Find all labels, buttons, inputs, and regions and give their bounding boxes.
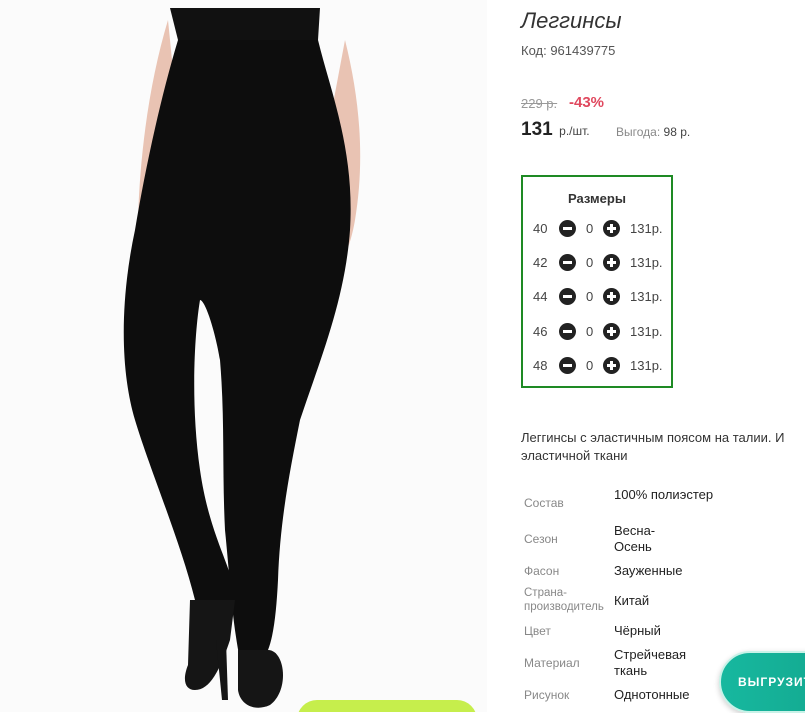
- current-price: 131: [521, 119, 553, 140]
- size-label: 48: [533, 358, 548, 373]
- size-price: 131р.: [630, 221, 663, 236]
- minus-icon[interactable]: [559, 357, 576, 374]
- sizes-title: Размеры: [568, 191, 626, 206]
- sizes-panel: Размеры 40 0 131р. 42 0 131р. 44 0 131р.…: [521, 175, 673, 388]
- plus-icon[interactable]: [603, 288, 620, 305]
- attr-label: Материал: [524, 656, 580, 670]
- size-quantity: 0: [586, 324, 594, 339]
- minus-icon[interactable]: [559, 254, 576, 271]
- minus-icon[interactable]: [559, 220, 576, 237]
- size-label: 40: [533, 221, 548, 236]
- attr-label: Состав: [524, 496, 564, 510]
- minus-icon[interactable]: [559, 288, 576, 305]
- benefit: Выгода: 98 р.: [616, 125, 690, 139]
- plus-icon[interactable]: [603, 254, 620, 271]
- old-price: 229 р.: [521, 96, 558, 111]
- size-quantity: 0: [586, 221, 594, 236]
- description-line: Леггинсы с эластичным поясом на талии. И: [521, 430, 785, 445]
- attr-value: Зауженные: [614, 563, 683, 578]
- size-row: 42 0 131р.: [523, 253, 671, 273]
- attr-label: Страна-производитель: [524, 587, 604, 613]
- benefit-value: 98 р.: [663, 125, 691, 139]
- plus-icon[interactable]: [603, 357, 620, 374]
- size-row: 40 0 131р.: [523, 219, 671, 239]
- size-label: 46: [533, 324, 548, 339]
- description-line: эластичной ткани: [521, 448, 628, 463]
- product-title: Леггинсы: [521, 8, 622, 33]
- size-price: 131р.: [630, 358, 663, 373]
- attr-label: Рисунок: [524, 688, 570, 702]
- product-photo[interactable]: [0, 0, 487, 712]
- size-price: 131р.: [630, 289, 663, 304]
- size-quantity: 0: [586, 358, 594, 373]
- plus-icon[interactable]: [603, 323, 620, 340]
- size-row: 48 0 131р.: [523, 356, 671, 376]
- size-label: 44: [533, 289, 548, 304]
- size-row: 46 0 131р.: [523, 322, 671, 342]
- benefit-label: Выгода:: [616, 125, 661, 139]
- size-quantity: 0: [586, 255, 594, 270]
- size-label: 42: [533, 255, 548, 270]
- size-price: 131р.: [630, 255, 663, 270]
- size-price: 131р.: [630, 324, 663, 339]
- attr-value: 100% полиэстер: [614, 487, 714, 502]
- attr-value: Китай: [614, 593, 650, 608]
- price-row: 131 р./шт.: [521, 119, 590, 141]
- attr-value: Однотонные: [614, 687, 690, 702]
- attr-value: Стрейчевая ткань: [614, 647, 687, 678]
- attr-label: Цвет: [524, 624, 551, 638]
- size-row: 44 0 131р.: [523, 287, 671, 307]
- attr-label: Фасон: [524, 564, 560, 578]
- minus-icon[interactable]: [559, 323, 576, 340]
- leggings-illustration: [123, 8, 361, 708]
- upload-button[interactable]: ВЫГРУЗИТЬ: [719, 651, 805, 713]
- product-description: Леггинсы с эластичным поясом на талии. И…: [521, 429, 805, 465]
- size-quantity: 0: [586, 289, 594, 304]
- plus-icon[interactable]: [603, 220, 620, 237]
- product-code: Код: 961439775: [521, 43, 616, 58]
- discount-badge: -43%: [569, 94, 605, 111]
- attr-value: Весна-Осень: [614, 523, 656, 554]
- attr-value: Чёрный: [614, 623, 661, 638]
- attr-label: Сезон: [524, 532, 558, 546]
- price-unit: р./шт.: [559, 124, 590, 138]
- add-to-cart-button-partial[interactable]: [297, 700, 477, 712]
